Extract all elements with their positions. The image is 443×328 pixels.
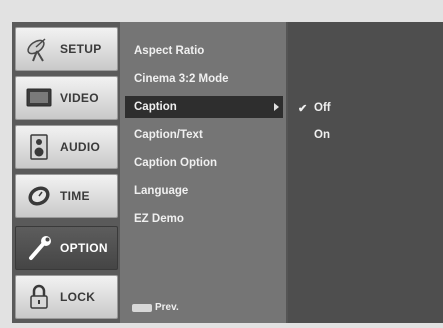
prev-label: Prev.: [155, 302, 179, 313]
category-tab-option[interactable]: OPTION: [15, 226, 118, 270]
tv-screen-icon: [24, 83, 54, 113]
category-tab-time[interactable]: TIME: [15, 174, 118, 218]
option-off[interactable]: ✔ Off: [298, 98, 331, 118]
category-tab-setup[interactable]: SETUP: [15, 27, 118, 71]
submenu-item-label: Caption: [134, 101, 177, 113]
category-label: AUDIO: [60, 140, 101, 154]
submenu-item-caption[interactable]: Caption: [125, 96, 283, 118]
submenu-item-language[interactable]: Language: [125, 180, 283, 202]
chevron-right-icon: [274, 103, 279, 111]
option-label: On: [314, 129, 330, 141]
submenu-item-ez-demo[interactable]: EZ Demo: [125, 208, 283, 230]
submenu-item-caption-option[interactable]: Caption Option: [125, 152, 283, 174]
option-label: Off: [314, 102, 331, 114]
speaker-icon: [24, 132, 54, 162]
option-on[interactable]: On: [298, 125, 330, 145]
menu-key-icon: [132, 303, 152, 312]
osd-menu: SETUP VIDEO AUDIO TIME OPTION LOCK Aspec…: [12, 22, 443, 323]
category-label: SETUP: [60, 42, 102, 56]
category-label: VIDEO: [60, 91, 99, 105]
submenu-column: Aspect Ratio Cinema 3:2 Mode Caption Cap…: [120, 22, 288, 323]
category-column: SETUP VIDEO AUDIO TIME OPTION LOCK: [12, 22, 120, 323]
padlock-icon: [24, 282, 54, 312]
checkmark-icon: ✔: [298, 102, 308, 115]
category-label: OPTION: [60, 241, 108, 255]
satellite-dish-icon: [24, 34, 54, 64]
submenu-item-aspect-ratio[interactable]: Aspect Ratio: [125, 40, 283, 62]
category-tab-video[interactable]: VIDEO: [15, 76, 118, 120]
clock-icon: [24, 181, 54, 211]
category-tab-lock[interactable]: LOCK: [15, 275, 118, 319]
wrench-icon: [24, 233, 54, 263]
submenu-item-caption-text[interactable]: Caption/Text: [125, 124, 283, 146]
option-column: ✔ Off On: [288, 22, 443, 323]
category-tab-audio[interactable]: AUDIO: [15, 125, 118, 169]
submenu-item-cinema-mode[interactable]: Cinema 3:2 Mode: [125, 68, 283, 90]
prev-hint: Prev.: [132, 302, 179, 313]
category-label: LOCK: [60, 290, 96, 304]
category-label: TIME: [60, 189, 90, 203]
